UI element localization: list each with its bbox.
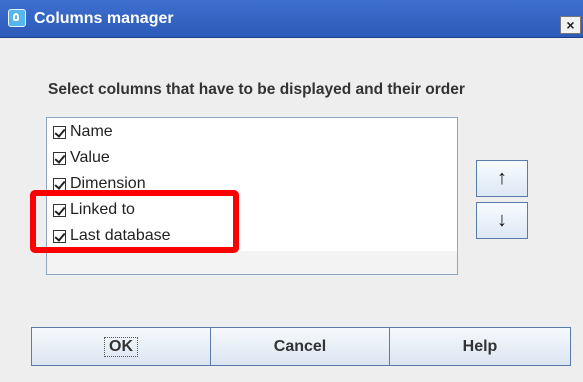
- list-item-value[interactable]: Value: [53, 146, 110, 170]
- cancel-label: Cancel: [273, 337, 327, 355]
- ok-label: OK: [104, 336, 138, 357]
- list-empty-area: [47, 251, 457, 274]
- help-label: Help: [462, 337, 498, 355]
- arrow-down-icon: ↓: [497, 209, 507, 231]
- close-button[interactable]: ×: [560, 16, 581, 34]
- arrow-up-icon: ↑: [497, 167, 507, 189]
- checkbox-checked-icon[interactable]: [53, 151, 66, 165]
- ok-button[interactable]: OK: [31, 327, 211, 366]
- help-button[interactable]: Help: [389, 327, 571, 366]
- instruction-label: Select columns that have to be displayed…: [48, 81, 465, 98]
- cancel-button[interactable]: Cancel: [210, 327, 390, 366]
- title-bar[interactable]: Columns manager ×: [0, 0, 583, 38]
- close-icon: ×: [566, 17, 575, 33]
- item-label: Value: [70, 149, 110, 166]
- list-item-name[interactable]: Name: [53, 120, 113, 144]
- move-up-button[interactable]: ↑: [476, 160, 528, 197]
- checkbox-checked-icon[interactable]: [53, 125, 66, 139]
- window-title: Columns manager: [34, 10, 174, 27]
- item-label: Name: [70, 123, 113, 140]
- highlight-box: [30, 190, 239, 253]
- app-icon: [8, 9, 26, 27]
- move-down-button[interactable]: ↓: [476, 202, 528, 239]
- checkbox-checked-icon[interactable]: [53, 177, 66, 191]
